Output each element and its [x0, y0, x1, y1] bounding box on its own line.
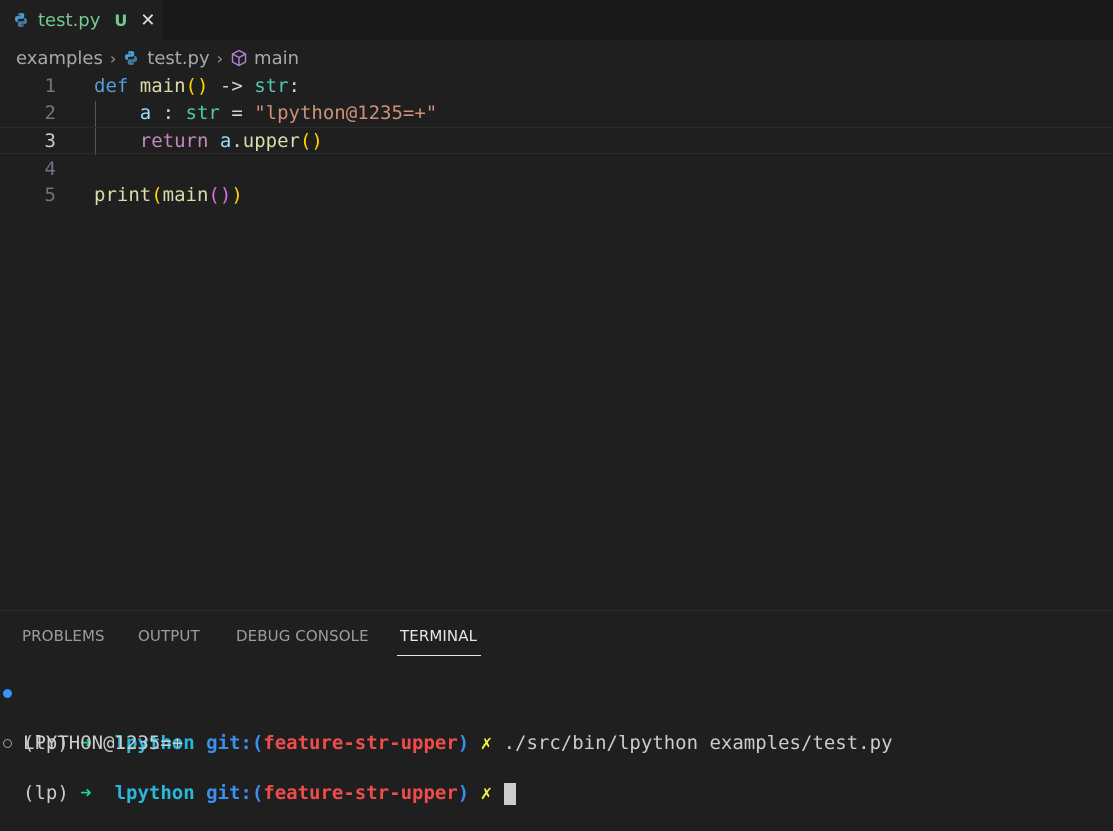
code-token: main [139, 75, 186, 97]
code-token: () [299, 130, 323, 152]
code-line[interactable]: 1 def main() -> str: [0, 73, 1113, 100]
code-token: () [185, 75, 209, 97]
python-icon [15, 13, 27, 27]
breadcrumb-symbol-label: main [254, 47, 300, 69]
code-token: upper [242, 130, 300, 152]
code-token: -> [208, 75, 255, 97]
code-token: return [139, 130, 209, 152]
code-token: ) [231, 184, 243, 206]
dirty-mark-icon: ✗ [480, 782, 493, 804]
git-label: git:( [206, 782, 264, 804]
code-token: . [231, 130, 243, 152]
code-token: : [151, 102, 186, 124]
tab-problems[interactable]: PROBLEMS [22, 627, 105, 645]
code-token: = [219, 102, 255, 124]
method-cube-icon [231, 49, 247, 67]
tab-untracked-badge: U [114, 10, 128, 30]
code-text: print(main()) [94, 182, 243, 209]
breadcrumb-folder[interactable]: examples [16, 48, 103, 69]
line-number: 2 [44, 102, 56, 124]
tab-output[interactable]: OUTPUT [138, 627, 200, 645]
line-number: 1 [44, 75, 56, 97]
command-pending-dot-icon[interactable] [3, 739, 12, 748]
code-token: str [185, 102, 220, 124]
code-line-current[interactable]: 3 return a.upper() [0, 127, 1113, 154]
code-token: a [219, 130, 232, 152]
git-label-close: ) [457, 782, 470, 804]
close-icon[interactable]: ✕ [140, 10, 155, 31]
prompt-dir: lpython [114, 782, 195, 804]
terminal-cursor [503, 782, 516, 805]
terminal-line-output[interactable]: LPYTHON@1235=+ [0, 706, 1113, 754]
code-token: a [139, 102, 152, 124]
prompt-arrow-icon: ➜ [80, 782, 92, 804]
code-token: print [94, 184, 152, 206]
code-text: def main() -> str: [94, 73, 300, 100]
code-token: : [288, 75, 300, 97]
bottom-panel: PROBLEMS OUTPUT DEBUG CONSOLE TERMINAL (… [0, 610, 1113, 805]
code-line[interactable]: 2 a : str = "lpython@1235=+" [0, 100, 1113, 127]
prompt-env: (lp) [23, 782, 69, 804]
code-token: main [162, 184, 209, 206]
code-line[interactable]: 4 [0, 156, 1113, 183]
line-number: 3 [44, 130, 56, 152]
code-text: return a.upper() [94, 128, 323, 155]
breadcrumb-symbol[interactable]: main [230, 48, 299, 69]
tab-debug-console[interactable]: DEBUG CONSOLE [236, 627, 369, 645]
code-token: ( [151, 184, 163, 206]
python-icon [125, 51, 138, 65]
code-line[interactable]: 5 print(main()) [0, 182, 1113, 209]
terminal-line-command[interactable]: (lp) ➜ lpython git:(feature-str-upper) ✗… [0, 681, 1113, 754]
active-tab-indicator [397, 655, 481, 656]
chevron-right-icon: › [216, 48, 224, 68]
command-success-dot-icon[interactable] [3, 689, 12, 698]
git-branch: feature-str-upper [263, 782, 458, 804]
code-token: str [254, 75, 289, 97]
terminal-line-prompt[interactable]: (lp) ➜ lpython git:(feature-str-upper) ✗ [0, 731, 1113, 805]
code-token: def [94, 75, 129, 97]
chevron-right-icon: › [109, 48, 117, 68]
code-token: () [208, 184, 232, 206]
editor-tab-bar: test.py U ✕ [0, 0, 1113, 40]
tab-terminal[interactable]: TERMINAL [400, 627, 477, 645]
breadcrumb-file[interactable]: test.py [123, 47, 210, 69]
line-number: 4 [44, 158, 56, 180]
code-text: a : str = "lpython@1235=+" [94, 100, 437, 127]
code-editor[interactable]: 1 def main() -> str: 2 a : str = "lpytho… [0, 72, 1113, 610]
breadcrumb-file-label: test.py [147, 47, 210, 69]
line-number: 5 [44, 184, 56, 206]
tab-title: test.py [38, 9, 101, 31]
code-token: "lpython@1235=+" [254, 102, 438, 124]
tab-test-py[interactable]: test.py U ✕ [0, 0, 163, 40]
breadcrumb: examples › test.py › main [0, 44, 1113, 72]
